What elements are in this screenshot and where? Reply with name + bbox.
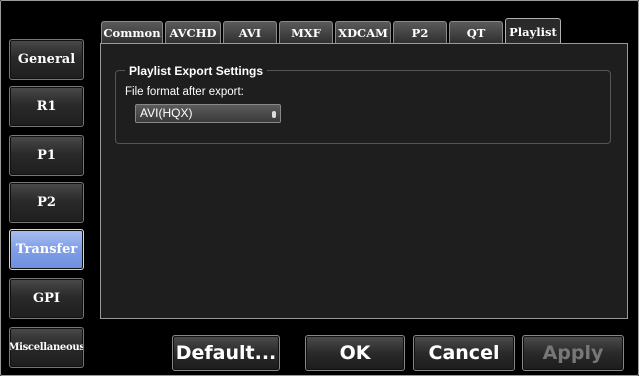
sidebar-item-miscellaneous[interactable]: Miscellaneous <box>9 327 84 368</box>
group-title: Playlist Export Settings <box>125 64 268 78</box>
ok-button[interactable]: OK <box>305 335 405 371</box>
default-button[interactable]: Default... <box>172 335 280 371</box>
sidebar-item-p1[interactable]: P1 <box>9 135 84 176</box>
sidebar-item-general[interactable]: General <box>9 39 84 80</box>
file-format-label: File format after export: <box>125 86 244 98</box>
file-format-select[interactable]: AVI(HQX) <box>135 104 281 123</box>
tab-common[interactable]: Common <box>101 21 163 43</box>
tab-qt[interactable]: QT <box>449 21 503 43</box>
sidebar-item-p2[interactable]: P2 <box>9 182 84 223</box>
tab-avi[interactable]: AVI <box>223 21 277 43</box>
sidebar-item-transfer[interactable]: Transfer <box>9 229 84 270</box>
tab-p2[interactable]: P2 <box>393 21 447 43</box>
apply-button[interactable]: Apply <box>522 335 624 371</box>
tab-mxf[interactable]: MXF <box>279 21 333 43</box>
file-format-value: AVI(HQX) <box>140 106 193 120</box>
tab-avchd[interactable]: AVCHD <box>165 21 221 43</box>
tab-xdcam[interactable]: XDCAM <box>335 21 391 43</box>
tab-playlist[interactable]: Playlist <box>505 18 561 44</box>
sidebar-item-r1[interactable]: R1 <box>9 86 84 127</box>
sidebar-item-gpi[interactable]: GPI <box>9 278 84 319</box>
settings-panel: Playlist Export Settings File format aft… <box>100 43 628 319</box>
dropdown-arrow-icon <box>272 111 276 118</box>
cancel-button[interactable]: Cancel <box>413 335 515 371</box>
